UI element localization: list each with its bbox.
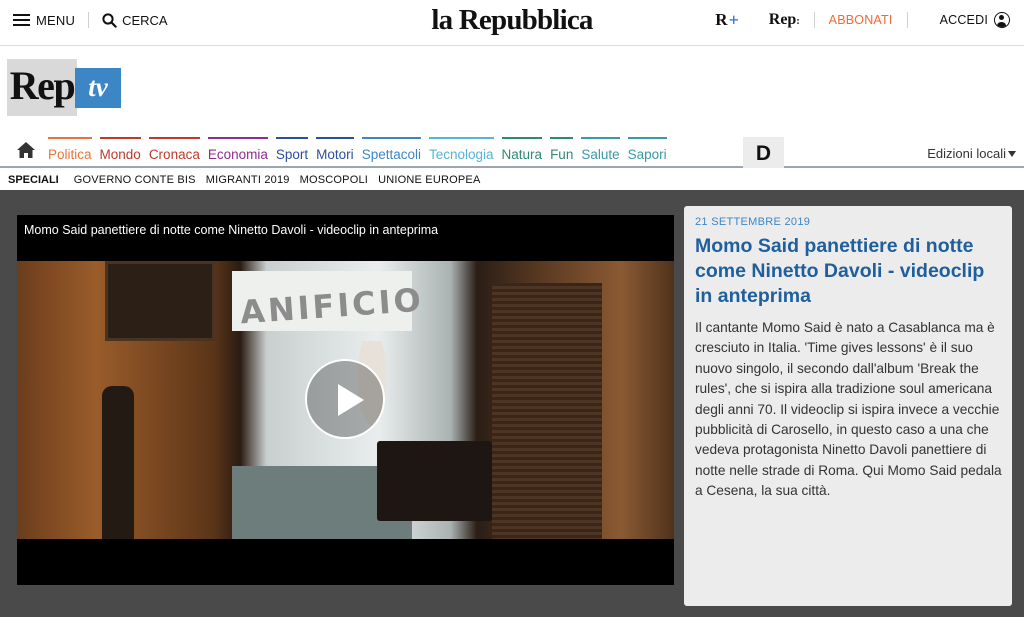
nav-item-sapori[interactable]: Sapori (627, 137, 667, 166)
play-button[interactable] (305, 359, 385, 439)
rplus-plus-icon: + (728, 9, 739, 30)
edizioni-locali-dropdown[interactable]: Edizioni locali (927, 146, 1016, 161)
article-title[interactable]: Momo Said panettiere di notte come Ninet… (695, 234, 1002, 309)
nav-item-fun[interactable]: Fun (550, 137, 574, 166)
frame-post (102, 386, 134, 539)
nav-item-politica[interactable]: Politica (48, 137, 92, 166)
video-frame[interactable]: ANIFICIO (17, 261, 674, 539)
video-player[interactable]: Momo Said panettiere di notte come Ninet… (17, 215, 674, 585)
d-section-button[interactable]: D (743, 137, 784, 168)
edizioni-label: Edizioni locali (927, 146, 1006, 161)
header-divider (88, 12, 90, 28)
header-left: MENU CERCA (13, 12, 168, 28)
speciali-item[interactable]: GOVERNO CONTE BIS (74, 174, 196, 186)
hamburger-icon (13, 14, 30, 26)
accedi-label: ACCEDI (939, 13, 988, 27)
rep-link-text: Rep (768, 11, 797, 28)
abbonati-link[interactable]: ABBONATI (829, 13, 893, 27)
player-title: Momo Said panettiere di notte come Ninet… (24, 223, 439, 237)
search-button[interactable]: CERCA (102, 13, 168, 28)
search-label: CERCA (122, 12, 168, 28)
speciali-item[interactable]: MOSCOPOLI (300, 174, 368, 186)
nav-item-sport[interactable]: Sport (275, 137, 309, 166)
nav-item-motori[interactable]: Motori (316, 137, 354, 166)
search-icon (102, 12, 117, 28)
speciali-item[interactable]: MIGRANTI 2019 (206, 174, 290, 186)
accedi-button[interactable]: ACCEDI (940, 12, 1010, 28)
reptv-logo-tv: tv (75, 67, 121, 108)
nav-items: Politica Mondo Cronaca Economia Sport Motori S… (48, 137, 675, 166)
header-divider (813, 12, 815, 28)
article-date: 21 SETTEMBRE 2019 (695, 216, 811, 228)
nav-item-tecnologia[interactable]: Tecnologia (428, 137, 494, 166)
header-right: R + Rep: ABBONATI ACCEDI (715, 10, 1010, 30)
speciali-label: SPECIALI (8, 174, 59, 186)
nav-item-economia[interactable]: Economia (207, 137, 268, 166)
user-icon (994, 12, 1010, 28)
menu-label: MENU (36, 12, 76, 28)
rplus-letter: R (715, 10, 728, 29)
speciali-bar: SPECIALI GOVERNO CONTE BIS MIGRANTI 2019… (0, 170, 1024, 190)
section-nav: Politica Mondo Cronaca Economia Sport Motori S… (0, 137, 1024, 168)
video-section: Momo Said panettiere di notte come Ninet… (0, 190, 1024, 617)
menu-button[interactable]: MENU (13, 13, 75, 28)
article-card: 21 SETTEMBRE 2019 Momo Said panettiere d… (684, 206, 1012, 606)
top-header: MENU CERCA la Repubblica R + Rep: ABBONAT… (0, 0, 1024, 46)
reptv-logo-rep: Rep (7, 59, 77, 116)
article-description: Il cantante Momo Said è nato a Casablanc… (695, 320, 1002, 499)
rep-link-suffix: : (796, 16, 800, 27)
nav-item-mondo[interactable]: Mondo (99, 137, 141, 166)
rplus-link[interactable]: R + (715, 10, 739, 31)
reptv-logo[interactable]: Rep tv (7, 59, 126, 116)
speciali-item[interactable]: UNIONE EUROPEA (378, 174, 480, 186)
frame-sign-text: ANIFICIO (238, 280, 425, 332)
caret-down-icon (1008, 150, 1016, 157)
nav-item-cronaca[interactable]: Cronaca (148, 137, 200, 166)
nav-item-natura[interactable]: Natura (501, 137, 543, 166)
nav-item-spettacoli[interactable]: Spettacoli (361, 137, 421, 166)
site-logo[interactable]: la Repubblica (431, 4, 593, 36)
header-divider (906, 12, 908, 28)
frame-window (105, 261, 215, 341)
home-icon (17, 142, 35, 158)
frame-basket (377, 441, 492, 521)
frame-shutter (492, 283, 602, 539)
nav-item-salute[interactable]: Salute (581, 137, 620, 166)
home-button[interactable] (16, 141, 36, 164)
rep-link[interactable]: Rep: (769, 11, 800, 29)
frame-sign: ANIFICIO (232, 271, 425, 331)
